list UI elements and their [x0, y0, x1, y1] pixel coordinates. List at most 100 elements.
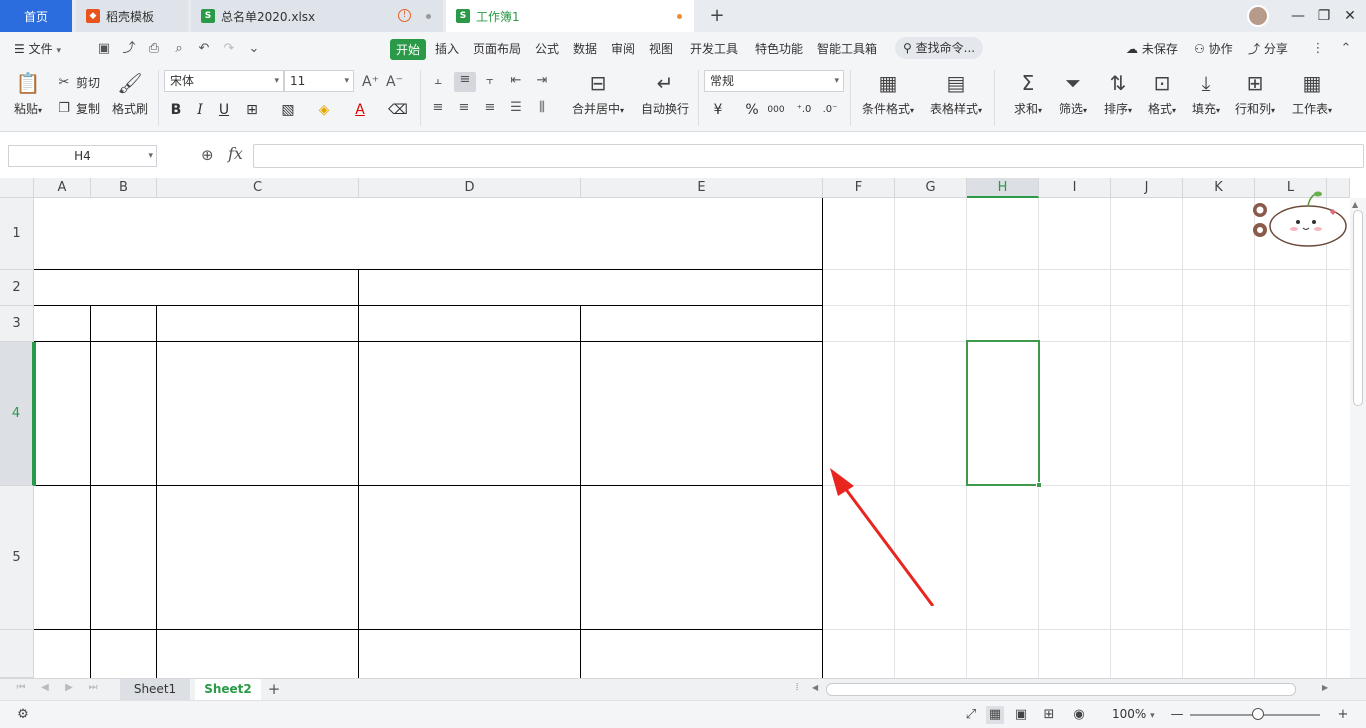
select-all-corner[interactable] [0, 178, 34, 198]
merge-center-button[interactable]: ⊟ 合并居中▾ [568, 70, 628, 117]
copy-button[interactable]: ❐ 复制 [56, 100, 100, 117]
selected-cell-h4[interactable] [966, 340, 1040, 486]
increase-decimal-icon[interactable]: ⁺.0 [794, 100, 814, 120]
column-header-j[interactable]: J [1111, 178, 1183, 198]
fill-button[interactable]: ⤓ 填充▾ [1188, 70, 1224, 117]
sum-button[interactable]: Σ 求和▾ [1010, 70, 1046, 117]
row-header-6[interactable] [0, 630, 34, 678]
column-header-b[interactable]: B [91, 178, 157, 198]
font-color-button[interactable]: A [350, 100, 370, 120]
tab-daoke-templates[interactable]: ◆ 稻壳模板 [76, 0, 188, 32]
zoom-slider-knob[interactable] [1252, 708, 1264, 720]
close-dot-icon[interactable] [426, 14, 431, 19]
restore-icon[interactable]: ❐ [1314, 6, 1334, 26]
name-box[interactable]: H4 [8, 145, 157, 167]
table-style-button[interactable]: ▤ 表格样式▾ [926, 70, 986, 117]
tab-developer[interactable]: 开发工具 [690, 40, 738, 57]
sheet-tab-sheet1[interactable]: Sheet1 [120, 679, 190, 700]
thousands-separator-button[interactable]: 000 [766, 100, 786, 120]
zoom-level[interactable]: 100% ▾ [1112, 707, 1155, 721]
align-bottom-icon[interactable]: ⫟ [482, 73, 498, 89]
format-button[interactable]: ⊡ 格式▾ [1144, 70, 1180, 117]
add-sheet-button[interactable]: + [265, 679, 283, 700]
fill-handle[interactable] [1036, 482, 1042, 488]
tab-home[interactable]: 首页 [0, 0, 72, 32]
column-header-g[interactable]: G [895, 178, 967, 198]
spreadsheet-grid[interactable]: A B C D E F G H I J K L 1 2 3 4 5 ▲ [0, 178, 1366, 678]
more-icon[interactable]: ⋮ [1310, 41, 1326, 57]
bold-button[interactable]: B [166, 100, 186, 120]
underline-button[interactable]: U [214, 100, 234, 120]
export-icon[interactable]: ⤴ [121, 41, 137, 57]
zoom-in-icon[interactable]: + [1334, 706, 1352, 724]
tab-special-features[interactable]: 特色功能 [755, 40, 803, 57]
page-break-view-icon[interactable]: ⊞ [1040, 706, 1058, 724]
scroll-up-icon[interactable]: ▲ [1352, 200, 1358, 209]
last-sheet-icon[interactable]: ⏭ [86, 682, 100, 693]
tab-view[interactable]: 视图 [649, 40, 673, 57]
tab-smart-toolbox[interactable]: 智能工具箱 [817, 40, 877, 57]
file-menu[interactable]: ☰ 文件 ▾ [14, 40, 61, 57]
unsaved-status[interactable]: ☁ 未保存 [1126, 40, 1178, 57]
prev-sheet-icon[interactable]: ◀ [38, 682, 52, 693]
minimize-icon[interactable]: — [1288, 6, 1308, 26]
insert-function-button[interactable]: fx [228, 144, 243, 163]
decrease-font-icon[interactable]: A⁻ [386, 74, 403, 90]
number-format-select[interactable]: 常规 [704, 70, 844, 92]
save-icon[interactable]: ▣ [96, 41, 112, 57]
zoom-out-icon[interactable]: — [1168, 706, 1186, 724]
page-layout-view-icon[interactable]: ▣ [1012, 706, 1030, 724]
fill-color-icon[interactable]: ◈ [314, 100, 334, 120]
zoom-formula-icon[interactable]: ⊕ [201, 146, 214, 164]
indent-decrease-icon[interactable]: ⇤ [508, 73, 524, 89]
tab-review[interactable]: 审阅 [611, 40, 635, 57]
cell-fill-pattern-icon[interactable]: ▧ [278, 100, 298, 120]
align-center-icon[interactable]: ≡ [456, 100, 472, 116]
tab-page-layout[interactable]: 页面布局 [473, 40, 521, 57]
quick-access-dropdown-icon[interactable]: ⌄ [246, 41, 262, 57]
close-icon[interactable]: ✕ [1340, 6, 1360, 26]
format-painter-button[interactable]: 🖌 格式刷 [108, 70, 152, 117]
tab-formula[interactable]: 公式 [535, 40, 559, 57]
filter-button[interactable]: ⏷ 筛选▾ [1055, 70, 1091, 117]
column-header-f[interactable]: F [823, 178, 895, 198]
split-handle-icon[interactable]: ⦙ [796, 682, 798, 693]
tab-data[interactable]: 数据 [573, 40, 597, 57]
sheet-tab-sheet2[interactable]: Sheet2 [195, 679, 261, 700]
vertical-scroll-thumb[interactable] [1353, 210, 1363, 406]
row-header-5[interactable]: 5 [0, 486, 34, 630]
tab-file-zongmingdan[interactable]: S 总名单2020.xlsx ! [191, 0, 443, 32]
print-icon[interactable]: ⎙ [146, 41, 162, 57]
align-top-icon[interactable]: ⫠ [430, 73, 446, 89]
reading-mode-icon[interactable]: ◉ [1070, 706, 1088, 724]
column-header-d[interactable]: D [359, 178, 581, 198]
column-header-k[interactable]: K [1183, 178, 1255, 198]
next-sheet-icon[interactable]: ▶ [62, 682, 76, 693]
column-header-e[interactable]: E [581, 178, 823, 198]
share-button[interactable]: ⤴ 分享 [1248, 40, 1288, 57]
scroll-right-icon[interactable]: ▶ [1322, 683, 1328, 692]
collab-button[interactable]: ⚇ 协作 [1194, 40, 1233, 57]
row-header-1[interactable]: 1 [0, 198, 34, 270]
redo-icon[interactable]: ↷ [221, 41, 237, 57]
font-size-select[interactable]: 11 [284, 70, 354, 92]
first-sheet-icon[interactable]: ⏮ [14, 682, 28, 693]
normal-view-icon[interactable]: ▦ [986, 706, 1004, 724]
horizontal-scroll-thumb[interactable] [826, 683, 1296, 696]
row-header-2[interactable]: 2 [0, 270, 34, 306]
new-tab-button[interactable]: + [706, 5, 728, 27]
tab-insert[interactable]: 插入 [435, 40, 459, 57]
row-header-4[interactable]: 4 [0, 342, 34, 486]
tab-start[interactable]: 开始 [390, 39, 427, 60]
auto-wrap-button[interactable]: ↵ 自动换行 [638, 70, 692, 117]
avatar[interactable] [1247, 5, 1269, 27]
fullscreen-icon[interactable]: ⤢ [962, 706, 980, 724]
undo-icon[interactable]: ↶ [196, 41, 212, 57]
indent-increase-icon[interactable]: ⇥ [534, 73, 550, 89]
command-search[interactable]: ⚲ 查找命令... [895, 37, 983, 59]
row-header-3[interactable]: 3 [0, 306, 34, 342]
column-header-h[interactable]: H [967, 178, 1039, 198]
paste-button[interactable]: 📋 粘贴▾ [10, 70, 46, 117]
cut-button[interactable]: ✂ 剪切 [56, 74, 100, 91]
font-name-select[interactable]: 宋体 [164, 70, 284, 92]
